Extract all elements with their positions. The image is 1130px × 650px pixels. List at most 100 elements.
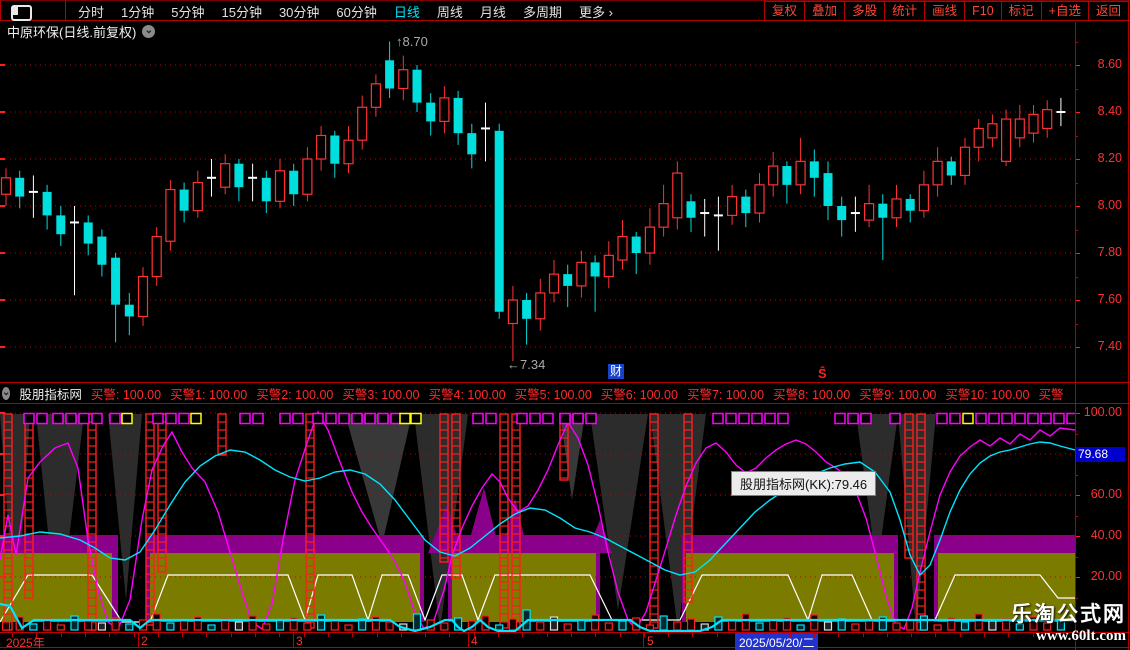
date-label: 5 [647, 634, 654, 648]
date-divider [643, 633, 644, 648]
right-border-line [1128, 0, 1129, 650]
indicator-param-6: 买警6: 100.00 [600, 388, 678, 402]
date-label: 2025年 [6, 636, 45, 650]
date-minor-tick [425, 633, 427, 637]
date-minor-tick [133, 633, 135, 637]
date-minor-tick [109, 633, 111, 637]
date-minor-tick [522, 633, 524, 637]
date-minor-tick [230, 633, 232, 637]
date-label: 4 [471, 634, 478, 648]
indicator-name: 股朋指标网 [19, 388, 82, 402]
date-minor-tick [935, 633, 937, 637]
period-tab-3[interactable]: 15分钟 [221, 2, 261, 21]
indicator-param-8: 买警8: 100.00 [773, 388, 851, 402]
period-tab-6[interactable]: 日线 [394, 2, 420, 21]
toolbar-button-2[interactable]: 多股 [844, 1, 886, 21]
indicator-param-10: 买警10: 100.00 [945, 388, 1030, 402]
indicator-chart[interactable] [0, 404, 1075, 632]
indicator-param-3: 买警3: 100.00 [342, 388, 420, 402]
period-tab-2[interactable]: 5分钟 [171, 2, 204, 21]
price-axis-label: 8.00 [1097, 198, 1122, 212]
date-minor-tick [157, 633, 159, 637]
period-tab-7[interactable]: 周线 [437, 2, 463, 21]
title-bar: 中原环保(日线.前复权) ⌄ [7, 23, 156, 40]
current-date-label: 2025/05/20/二 [735, 633, 819, 650]
more-button[interactable]: 更多 › [579, 2, 613, 21]
indicator-param-5: 买警5: 100.00 [514, 388, 592, 402]
date-minor-tick [692, 633, 694, 637]
toolbar-button-7[interactable]: +自选 [1040, 1, 1089, 21]
date-minor-tick [716, 633, 718, 637]
date-minor-tick [449, 633, 451, 637]
date-minor-tick [327, 633, 329, 637]
indicator-param-0: 买警: 100.00 [90, 388, 162, 402]
indicator-param-4: 买警4: 100.00 [428, 388, 506, 402]
date-minor-tick [303, 633, 305, 637]
indicator-param-2: 买警2: 100.00 [256, 388, 334, 402]
period-tab-8[interactable]: 月线 [480, 2, 506, 21]
indicator-param-9: 买警9: 100.00 [859, 388, 937, 402]
price-axis-label: 8.60 [1097, 57, 1122, 71]
date-minor-tick [838, 633, 840, 637]
indicator-value-badge: 79.68 [1076, 447, 1125, 462]
date-minor-tick [279, 633, 281, 637]
date-minor-tick [984, 633, 985, 637]
toolbar-button-5[interactable]: F10 [964, 1, 1002, 21]
date-label: 2 [141, 634, 148, 648]
high-annotation: ↑8.70 [396, 34, 428, 49]
indicator-collapse-icon[interactable]: ⌄ [2, 387, 11, 400]
period-tab-5[interactable]: 60分钟 [336, 2, 376, 21]
price-axis-label: 8.40 [1097, 104, 1122, 118]
toolbar-button-4[interactable]: 画线 [924, 1, 966, 21]
watermark-url: www.60lt.com [1036, 628, 1126, 644]
price-axis-label: 7.60 [1097, 292, 1122, 306]
indicator-param-11: 买警11: 100.00 [1038, 388, 1063, 402]
date-divider [468, 633, 469, 648]
top-toolbar: 分时 1分钟 5分钟 15分钟 30分钟 60分钟 日线 周线 月线 多周期 更多 › 复权 叠加 多股… [0, 0, 1130, 21]
period-tab-0[interactable]: 分时 [78, 2, 104, 21]
stock-title: 中原环保(日线.前复权) [7, 24, 137, 40]
indicator-axis-label: 40.00 [1090, 528, 1122, 542]
window-layout-box[interactable] [0, 1, 66, 21]
toolbar-right-buttons: 复权 叠加 多股 统计 画线 F10 标记 +自选 返回 [764, 1, 1129, 21]
title-dropdown-icon[interactable]: ⌄ [142, 24, 156, 38]
toolbar-button-8[interactable]: 返回 [1087, 1, 1129, 21]
period-tab-9[interactable]: 多周期 [523, 2, 562, 21]
watermark-site-name: 乐淘公式网 [1011, 603, 1126, 626]
window-layout-icon [11, 5, 32, 21]
price-axis-label: 7.80 [1097, 245, 1122, 259]
indicator-param-1: 买警1: 100.00 [170, 388, 248, 402]
date-minor-tick [60, 633, 62, 637]
indicator-axis-label: 100.00 [1083, 405, 1122, 419]
indicator-axis-label: 60.00 [1090, 487, 1122, 501]
date-minor-tick [789, 633, 791, 637]
price-axis-label: 7.40 [1097, 339, 1122, 353]
date-minor-tick [1008, 633, 1010, 637]
date-minor-tick [813, 633, 815, 637]
date-minor-tick [911, 633, 913, 637]
low-annotation: ←7.34 [507, 357, 546, 372]
date-minor-tick [546, 633, 548, 637]
watermark: 乐淘公式网 www.60lt.com [1011, 598, 1126, 645]
date-axis[interactable]: 2025/05/20/二 2025年 2 3 4 5 [0, 632, 1130, 650]
toolbar-button-1[interactable]: 叠加 [804, 1, 846, 21]
candlestick-chart[interactable] [0, 28, 1075, 382]
cai-badge: 财 [608, 364, 625, 379]
period-tab-1[interactable]: 1分钟 [121, 2, 154, 21]
toolbar-button-3[interactable]: 统计 [884, 1, 926, 21]
candles-layer [0, 41, 1066, 362]
date-minor-tick [765, 633, 767, 637]
date-divider [138, 633, 139, 648]
date-minor-tick [352, 633, 354, 637]
toolbar-button-6[interactable]: 标记 [1000, 1, 1042, 21]
date-minor-tick [84, 633, 86, 637]
date-label: 3 [296, 634, 303, 648]
date-minor-tick [400, 633, 402, 637]
date-minor-tick [619, 633, 621, 637]
date-minor-tick [862, 633, 864, 637]
date-minor-tick [182, 633, 184, 637]
toolbar-button-0[interactable]: 复权 [764, 1, 806, 21]
date-minor-tick [376, 633, 378, 637]
panel-separator-line [0, 382, 1130, 383]
period-tab-4[interactable]: 30分钟 [279, 2, 319, 21]
